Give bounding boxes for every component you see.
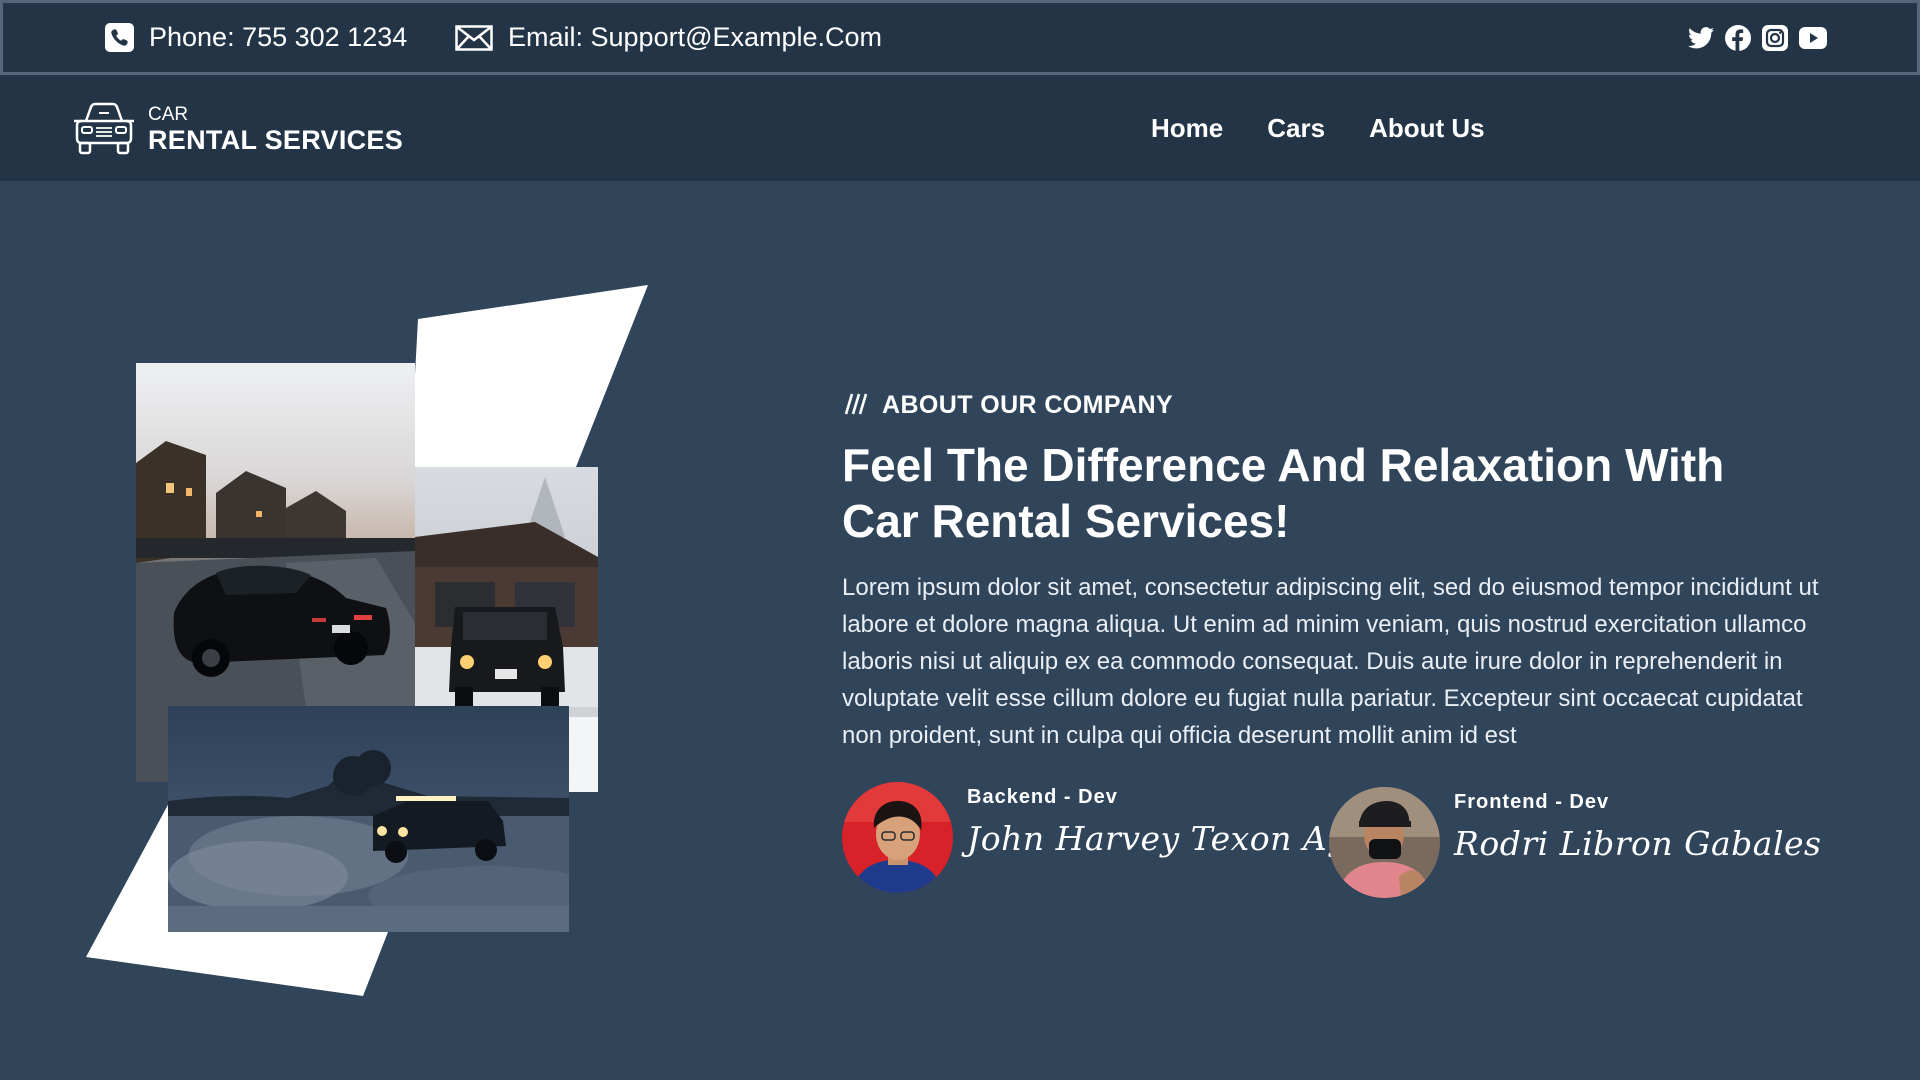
site-logo[interactable]: CAR RENTAL SERVICES <box>72 101 403 162</box>
eyebrow-text: ABOUT OUR COMPANY <box>882 391 1174 419</box>
car-icon <box>72 101 136 162</box>
avatar <box>842 782 953 893</box>
main-navbar: CAR RENTAL SERVICES Home Cars About Us <box>0 75 1920 181</box>
phone-contact[interactable]: Phone: 755 302 1234 <box>105 3 407 72</box>
twitter-icon[interactable] <box>1688 25 1714 51</box>
email-text: Email: Support@Example.Com <box>508 22 883 52</box>
envelope-icon <box>455 23 493 52</box>
photo-collage <box>0 181 720 1041</box>
nav-cars[interactable]: Cars <box>1267 113 1325 144</box>
instagram-icon[interactable] <box>1762 24 1788 51</box>
headline-line-2: Car Rental Services! <box>842 495 1290 547</box>
page-headline: Feel The Difference And Relaxation With … <box>842 437 1842 549</box>
developer-credits: Backend - Dev John Harvey Texon Agrabio … <box>842 782 1842 902</box>
social-links <box>1688 3 1827 72</box>
dev-signature: Rodri Libron Gabales <box>1454 824 1822 863</box>
headline-line-1: Feel The Difference And Relaxation With <box>842 439 1725 491</box>
dev-role: Frontend - Dev <box>1454 791 1610 813</box>
logo-small-text: CAR <box>148 104 189 125</box>
main-nav: Home Cars About Us <box>1151 75 1485 181</box>
slashes-icon <box>842 390 868 421</box>
dev-card-frontend: Frontend - Dev Rodri Libron Gabales <box>1329 787 1822 898</box>
logo-title: RENTAL SERVICES <box>148 125 404 155</box>
section-eyebrow: ABOUT OUR COMPANY <box>842 390 1842 421</box>
photo-suv-snow-night <box>168 706 569 932</box>
youtube-icon[interactable] <box>1799 25 1827 51</box>
about-body: Lorem ipsum dolor sit amet, consectetur … <box>842 574 1819 749</box>
about-section: ABOUT OUR COMPANY Feel The Difference An… <box>842 390 1842 754</box>
email-contact[interactable]: Email: Support@Example.Com <box>455 3 882 72</box>
phone-icon <box>105 23 134 52</box>
nav-home[interactable]: Home <box>1151 113 1223 144</box>
contact-bar: Phone: 755 302 1234 Email: Support@Examp… <box>0 0 1920 75</box>
facebook-icon[interactable] <box>1725 24 1751 51</box>
phone-text: Phone: 755 302 1234 <box>149 22 408 52</box>
avatar <box>1329 787 1440 898</box>
nav-about-us[interactable]: About Us <box>1369 113 1485 144</box>
